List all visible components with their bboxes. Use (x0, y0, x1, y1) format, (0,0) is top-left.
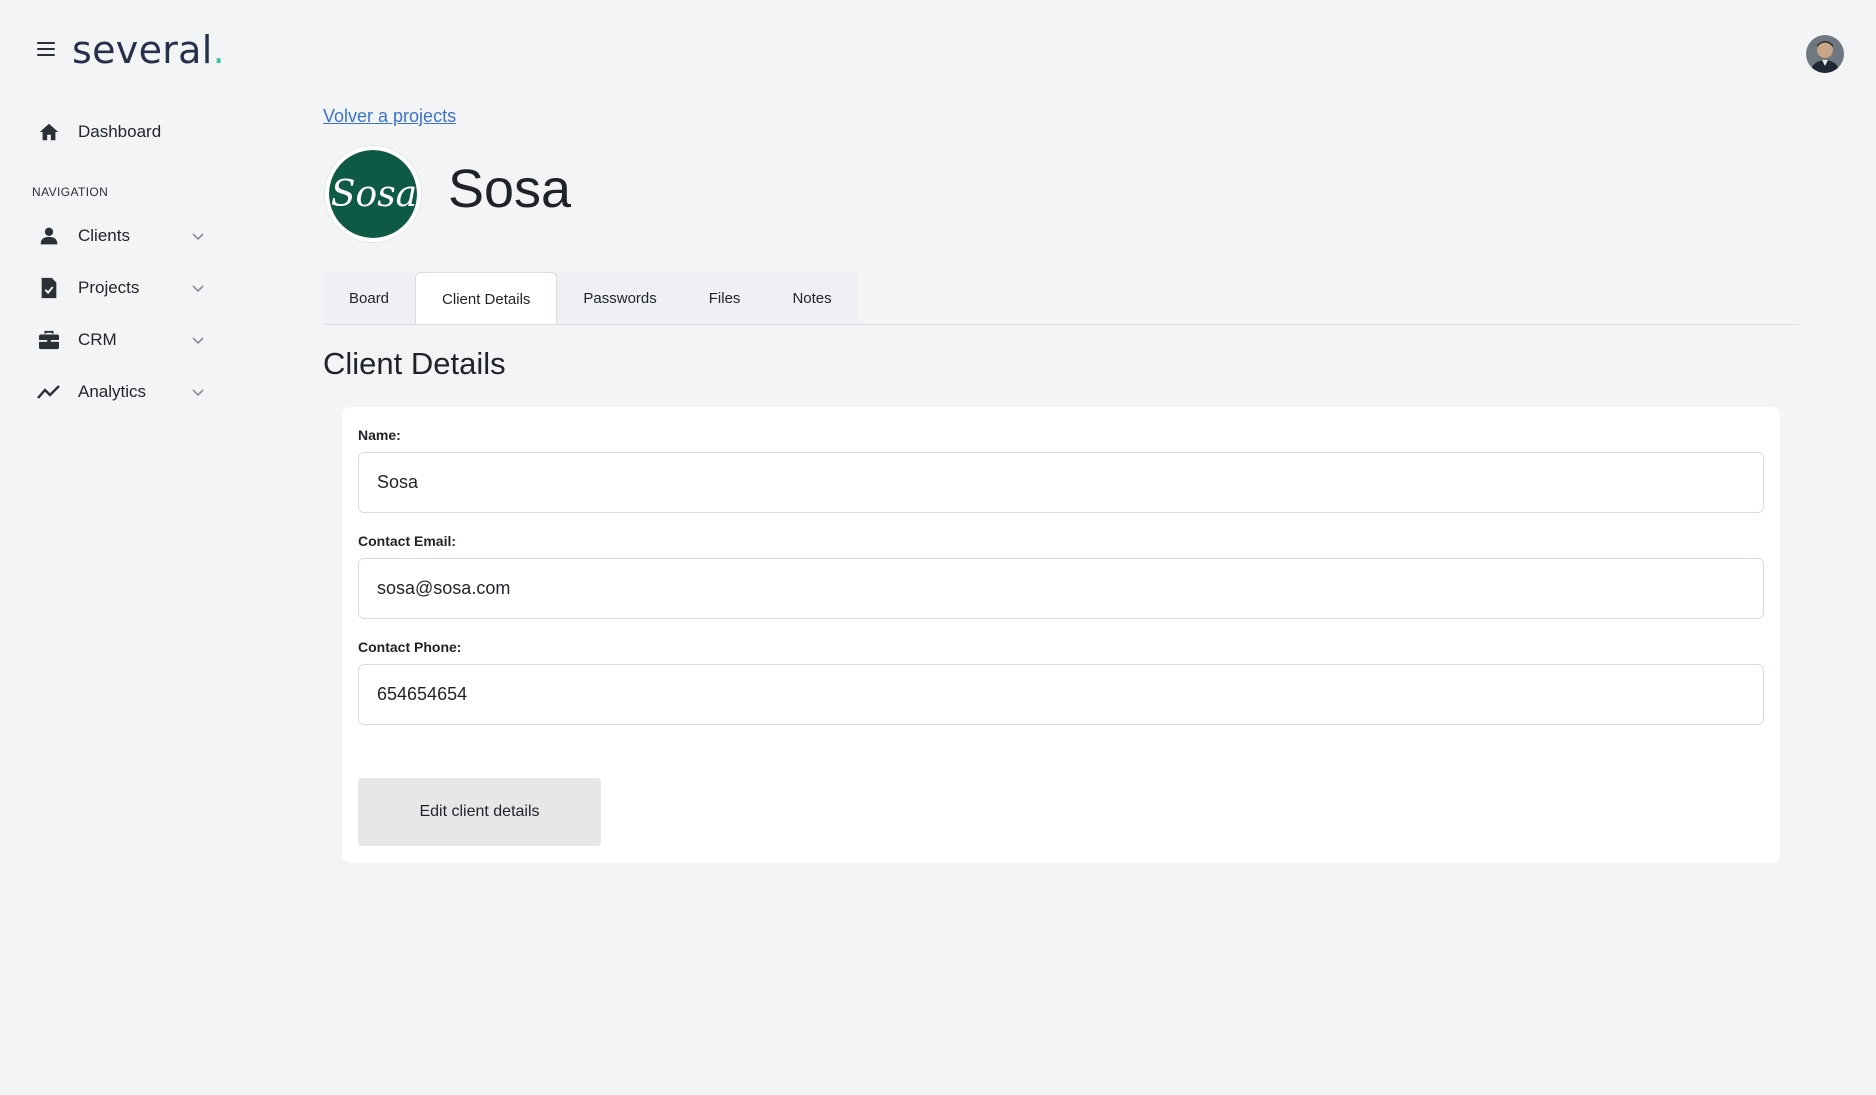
user-avatar[interactable] (1806, 35, 1844, 73)
sidebar-item-projects[interactable]: Projects (36, 271, 206, 305)
contact-email-field[interactable] (358, 558, 1764, 619)
sidebar-item-label: CRM (78, 330, 117, 349)
sidebar-item-label: Analytics (78, 382, 147, 401)
navigation-section-heading: NAVIGATION (32, 185, 109, 199)
tabs-divider (323, 324, 1799, 325)
app-logo[interactable]: several. (72, 28, 225, 72)
document-check-icon (36, 275, 62, 301)
tab-board[interactable]: Board (323, 272, 415, 325)
chevron-down-icon[interactable] (190, 228, 206, 244)
client-logo-text: Sosa (331, 174, 417, 215)
edit-client-details-button[interactable]: Edit client details (358, 778, 601, 846)
logo-dot: . (212, 28, 226, 72)
trending-line-icon (36, 379, 62, 405)
sidebar-item-label: Projects (78, 278, 140, 297)
name-field[interactable] (358, 452, 1764, 513)
client-logo: Sosa (325, 146, 421, 242)
person-icon (36, 223, 62, 249)
app-root: several. Dashboard NAVIGATION Clients Pr… (0, 0, 1876, 1095)
name-label: Name: (358, 427, 401, 443)
sidebar-item-dashboard[interactable]: Dashboard (36, 115, 206, 149)
sidebar-item-crm[interactable]: CRM (36, 323, 206, 357)
contact-email-label: Contact Email: (358, 533, 457, 549)
tab-files[interactable]: Files (683, 272, 767, 325)
chevron-down-icon[interactable] (190, 384, 206, 400)
tab-client-details[interactable]: Client Details (415, 272, 558, 325)
logo-text: several (72, 28, 213, 72)
tab-notes[interactable]: Notes (766, 272, 857, 325)
briefcase-icon (36, 327, 62, 353)
section-title: Client Details (323, 346, 506, 381)
client-name-heading: Sosa (448, 159, 572, 219)
home-icon (36, 119, 62, 145)
tab-passwords[interactable]: Passwords (557, 272, 682, 325)
back-to-projects-link[interactable]: Volver a projects (323, 106, 456, 127)
chevron-down-icon[interactable] (190, 332, 206, 348)
hamburger-menu-icon[interactable] (34, 38, 58, 62)
sidebar-item-clients[interactable]: Clients (36, 219, 206, 253)
sidebar-item-analytics[interactable]: Analytics (36, 375, 206, 409)
contact-phone-field[interactable] (358, 664, 1764, 725)
chevron-down-icon[interactable] (190, 280, 206, 296)
client-details-card: Name: Contact Email: Contact Phone: Edit… (342, 407, 1780, 863)
sidebar-item-label: Dashboard (78, 122, 162, 141)
sidebar-item-label: Clients (78, 226, 130, 245)
contact-phone-label: Contact Phone: (358, 639, 462, 655)
client-tabs: Board Client Details Passwords Files Not… (323, 272, 858, 325)
